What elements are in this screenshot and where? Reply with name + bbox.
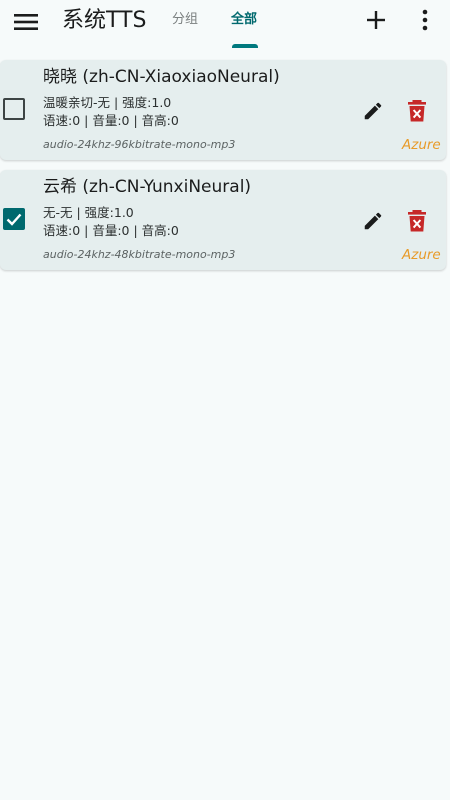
tab-indicator [232,44,258,48]
check-icon [6,213,22,226]
delete-icon [408,210,426,232]
edit-button[interactable] [360,98,386,124]
voice-params-line: 语速:0 | 音量:0 | 音高:0 [43,223,179,238]
voice-style-line: 无-无 | 强度:1.0 [43,205,134,220]
delete-button[interactable] [404,98,430,124]
more-options-button[interactable] [414,6,436,34]
voice-params-line: 语速:0 | 音量:0 | 音高:0 [43,113,179,128]
voice-checkbox[interactable] [3,208,25,230]
voice-card[interactable]: 云希 (zh-CN-YunxiNeural) 无-无 | 强度:1.0 语速:0… [0,170,446,270]
edit-button[interactable] [360,208,386,234]
app-title: 系统TTS [62,8,147,33]
add-button[interactable] [362,6,390,34]
voice-style-line: 温暖亲切-无 | 强度:1.0 [43,95,172,110]
menu-button[interactable] [6,4,46,40]
engine-label: Azure [402,247,441,263]
plus-icon [367,11,385,29]
audio-format: audio-24khz-96kbitrate-mono-mp3 [43,138,236,151]
more-vert-icon [422,9,428,31]
audio-format: audio-24khz-48kbitrate-mono-mp3 [43,248,236,261]
voice-checkbox[interactable] [3,98,25,120]
tab-all[interactable]: 全部 [231,10,257,30]
delete-icon [408,100,426,122]
voice-name: 晓晓 (zh-CN-XiaoxiaoNeural) [43,67,280,87]
engine-label: Azure [402,137,441,153]
pencil-icon [364,102,382,120]
top-app-bar: 系统TTS 分组 全部 [0,0,450,54]
pencil-icon [364,212,382,230]
tab-group[interactable]: 分组 [172,10,198,30]
delete-button[interactable] [404,208,430,234]
voice-name: 云希 (zh-CN-YunxiNeural) [43,177,252,197]
voice-card[interactable]: 晓晓 (zh-CN-XiaoxiaoNeural) 温暖亲切-无 | 强度:1.… [0,60,446,160]
menu-icon [14,14,38,30]
